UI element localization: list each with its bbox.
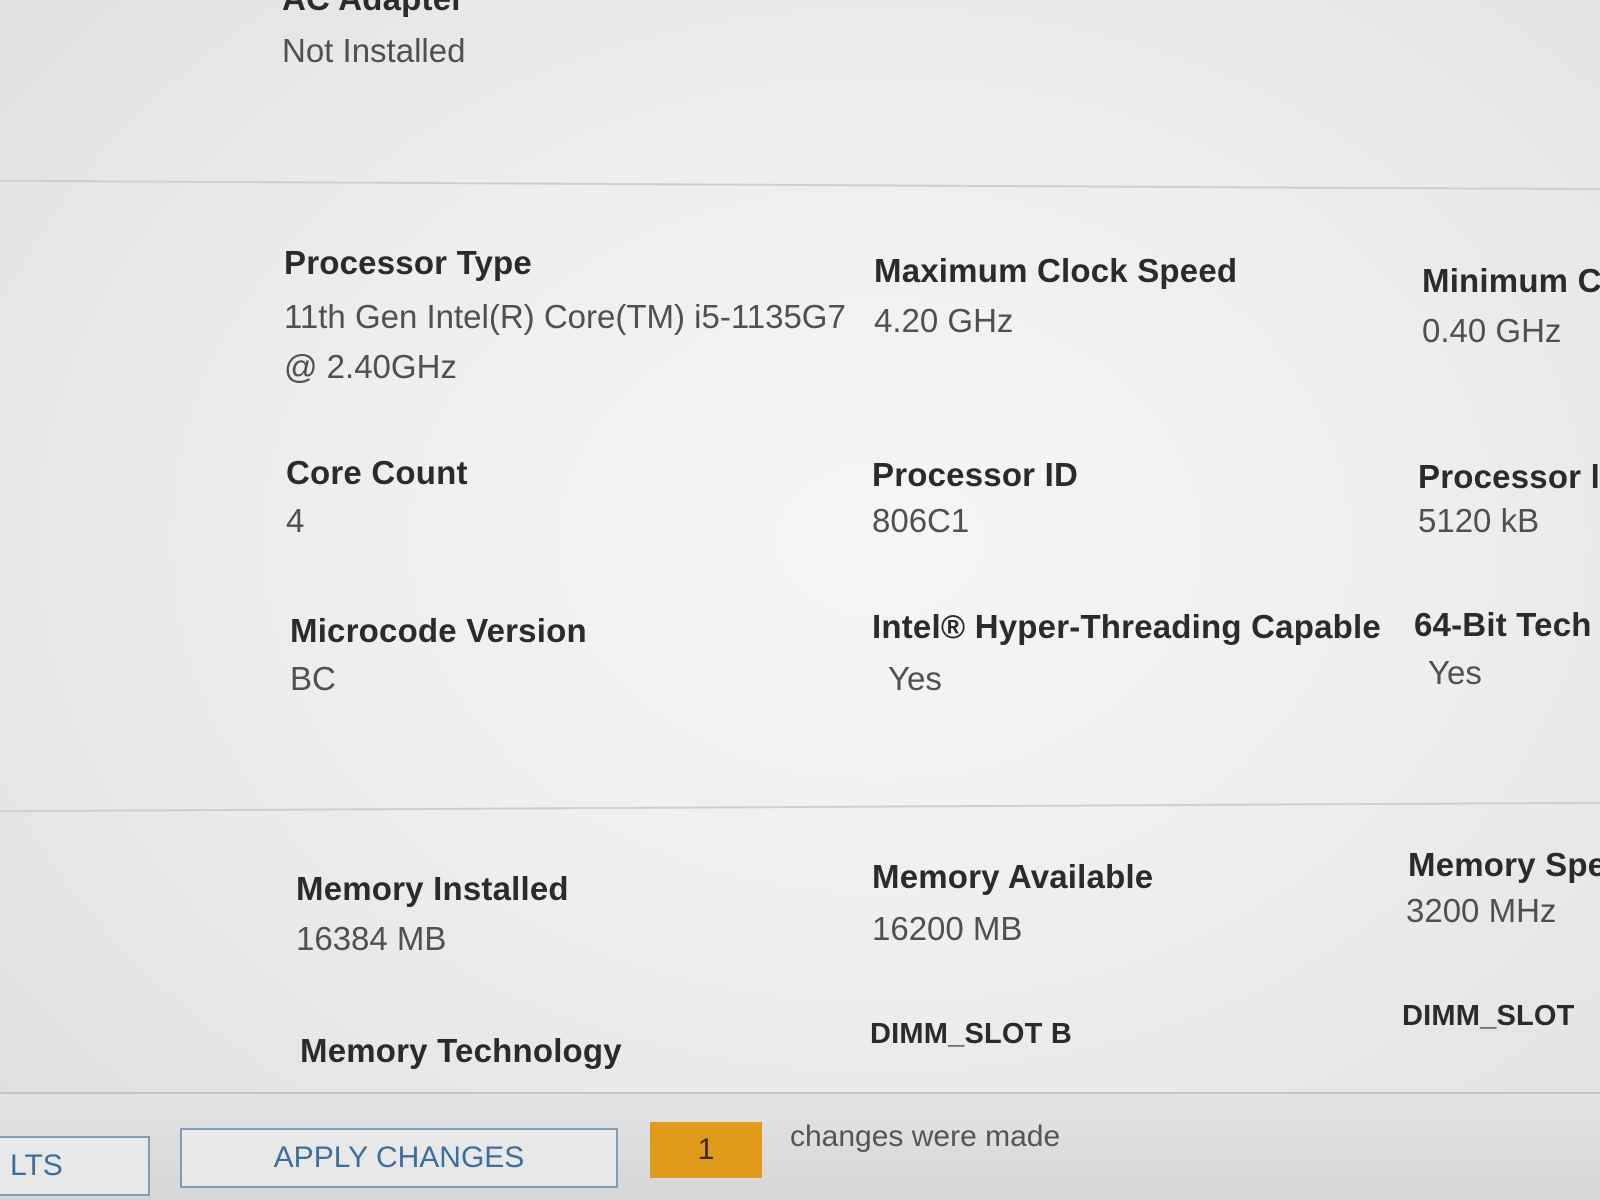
footer-bar: LTS APPLY CHANGES 1 changes were made [0,1092,1600,1200]
apply-changes-button[interactable]: APPLY CHANGES [180,1128,618,1188]
memory-available-value: 16200 MB [872,910,1023,947]
hyperthreading-label: Intel® Hyper-Threading Capable [872,608,1381,645]
changes-status-text: changes were made [790,1120,1061,1153]
64bit-technology-label: 64-Bit Tech [1414,606,1592,643]
defaults-button[interactable]: LTS [0,1136,150,1196]
processor-id-label: Processor ID [872,456,1078,493]
memory-installed-value: 16384 MB [296,920,447,957]
ac-adapter-value: Not Installed [282,32,466,69]
processor-cache-value: 5120 kB [1418,502,1540,539]
min-clock-speed-value: 0.40 GHz [1422,312,1562,349]
dimm-slot-label: DIMM_SLOT [1402,1000,1575,1032]
ac-adapter-label: AC Adapter [282,0,464,18]
max-clock-speed-label: Maximum Clock Speed [874,252,1238,289]
core-count-value: 4 [286,502,305,539]
section-divider-processor [0,801,1600,813]
processor-type-label: Processor Type [284,244,532,281]
memory-technology-label: Memory Technology [300,1032,622,1069]
64bit-technology-value: Yes [1428,654,1482,691]
core-count-label: Core Count [286,454,468,491]
processor-type-value-line1: 11th Gen Intel(R) Core(TM) i5-1135G7 [284,298,846,335]
microcode-version-value: BC [290,660,336,697]
microcode-version-label: Microcode Version [290,612,587,649]
processor-type-value-line2: @ 2.40GHz [284,348,457,385]
bios-system-information-screen: AC Adapter Not Installed Processor Type … [0,0,1600,1200]
memory-speed-value: 3200 MHz [1406,892,1557,929]
processor-id-value: 806C1 [872,502,970,539]
dimm-slot-b-label: DIMM_SLOT B [870,1018,1072,1050]
hyperthreading-value: Yes [888,660,942,697]
changes-count-badge: 1 [650,1122,762,1178]
memory-speed-label: Memory Spe [1408,846,1600,883]
memory-installed-label: Memory Installed [296,870,569,907]
max-clock-speed-value: 4.20 GHz [874,302,1014,339]
processor-cache-label: Processor l [1418,458,1600,495]
min-clock-speed-label: Minimum C [1422,262,1600,299]
memory-available-label: Memory Available [872,858,1154,895]
section-divider-battery [0,179,1600,191]
